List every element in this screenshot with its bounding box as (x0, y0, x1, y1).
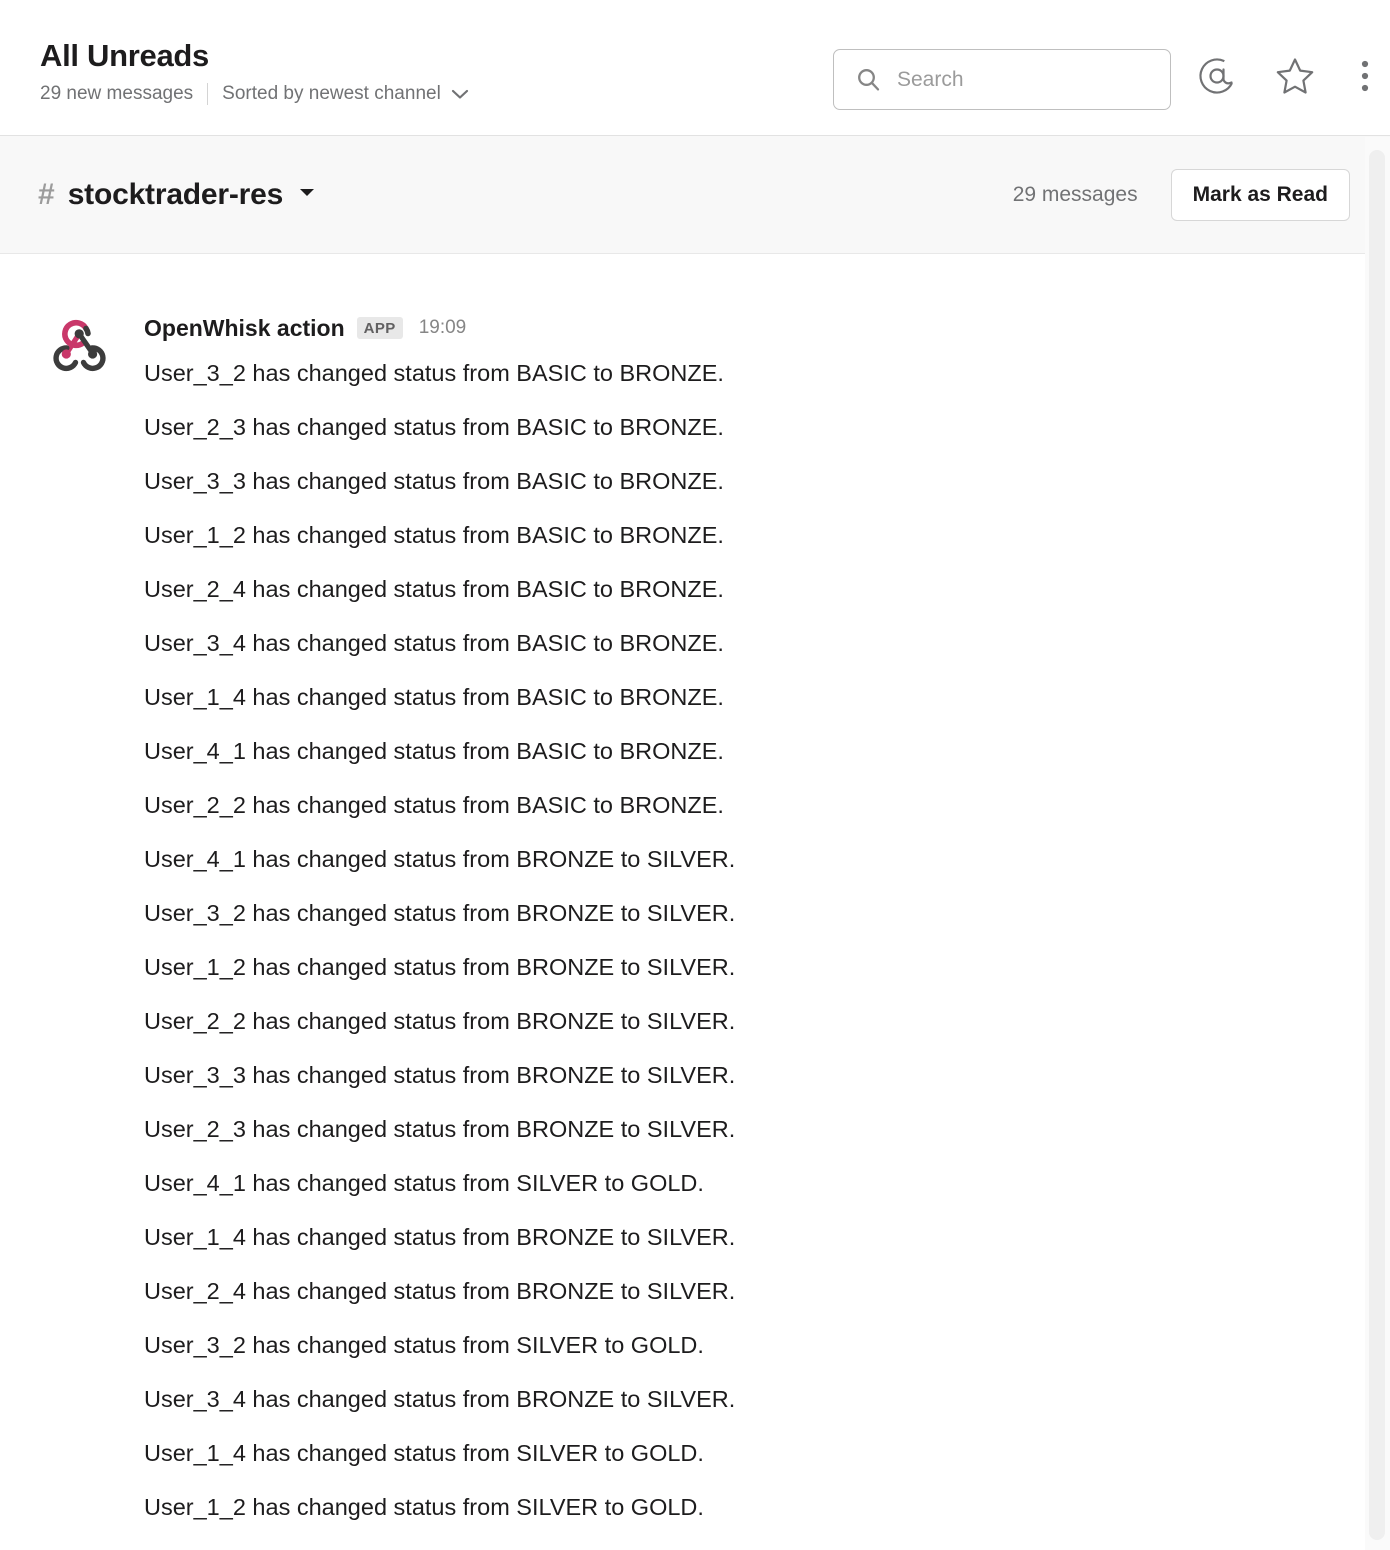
message-line: User_1_2 has changed status from BASIC t… (144, 522, 724, 548)
message-line: User_2_3 has changed status from BASIC t… (144, 414, 724, 440)
more-options-icon[interactable] (1352, 55, 1378, 97)
message-lines-container: User_3_2 has changed status from BASIC t… (144, 346, 1390, 1534)
search-icon (856, 67, 881, 92)
message-line: User_3_4 has changed status from BASIC t… (144, 630, 724, 656)
page-title: All Unreads (40, 38, 209, 73)
message-line: User_2_4 has changed status from BASIC t… (144, 576, 724, 602)
message-author[interactable]: OpenWhisk action (144, 315, 345, 342)
message-area: OpenWhisk action APP 19:09 User_3_2 has … (0, 254, 1390, 1548)
message-line: User_4_1 has changed status from BRONZE … (144, 846, 736, 872)
scrollbar-thumb[interactable] (1369, 150, 1385, 1540)
message-line: User_2_3 has changed status from BRONZE … (144, 1116, 736, 1142)
message-body: OpenWhisk action APP 19:09 User_3_2 has … (144, 312, 1390, 1534)
message-group: OpenWhisk action APP 19:09 User_3_2 has … (0, 254, 1390, 1534)
header-left-block: All Unreads 29 new messages Sorted by ne… (40, 38, 469, 106)
openwhisk-logo-icon (52, 316, 108, 372)
search-box[interactable] (833, 49, 1171, 110)
message-line: User_1_2 has changed status from SILVER … (144, 1494, 704, 1520)
message-line: User_3_3 has changed status from BASIC t… (144, 468, 724, 494)
at-mention-icon[interactable] (1196, 55, 1238, 97)
star-icon[interactable] (1274, 55, 1316, 97)
message-line: User_2_2 has changed status from BASIC t… (144, 792, 724, 818)
message-line: User_3_2 has changed status from BASIC t… (144, 360, 724, 386)
hash-icon: # (38, 177, 55, 211)
message-line: User_1_2 has changed status from BRONZE … (144, 954, 736, 980)
message-timestamp[interactable]: 19:09 (419, 317, 467, 339)
message-line: User_3_3 has changed status from BRONZE … (144, 1062, 736, 1088)
chevron-down-icon (451, 88, 469, 100)
app-badge: APP (356, 317, 403, 339)
message-line: User_4_1 has changed status from BASIC t… (144, 738, 724, 764)
message-meta-row: OpenWhisk action APP 19:09 (144, 312, 1390, 344)
search-input[interactable] (897, 67, 1137, 92)
mark-as-read-button[interactable]: Mark as Read (1170, 168, 1350, 221)
channel-bar-right: 29 messages Mark as Read (1012, 168, 1350, 221)
message-line: User_1_4 has changed status from SILVER … (144, 1440, 704, 1466)
new-message-count: 29 new messages (40, 83, 194, 104)
channel-bar: # stocktrader-res 29 messages Mark as Re… (0, 136, 1390, 254)
header-subtitle-row: 29 new messages Sorted by newest channel (40, 82, 469, 106)
subtitle-divider (207, 83, 209, 105)
chevron-down-icon (297, 185, 317, 199)
channel-name-button[interactable]: # stocktrader-res (38, 178, 317, 212)
message-line: User_3_2 has changed status from SILVER … (144, 1332, 704, 1358)
message-line: User_2_2 has changed status from BRONZE … (144, 1008, 736, 1034)
message-line: User_2_4 has changed status from BRONZE … (144, 1278, 736, 1304)
message-line: User_3_4 has changed status from BRONZE … (144, 1386, 736, 1412)
sort-order-label: Sorted by newest channel (222, 83, 441, 104)
channel-name-label: stocktrader-res (67, 177, 284, 211)
header-icon-group (1196, 55, 1378, 97)
message-line: User_1_4 has changed status from BRONZE … (144, 1224, 736, 1250)
channel-message-count: 29 messages (1012, 182, 1138, 206)
sort-order-button[interactable]: Sorted by newest channel (222, 83, 469, 105)
message-line: User_1_4 has changed status from BASIC t… (144, 684, 724, 710)
top-header: All Unreads 29 new messages Sorted by ne… (0, 0, 1390, 136)
message-line: User_4_1 has changed status from SILVER … (144, 1170, 704, 1196)
message-line: User_3_2 has changed status from BRONZE … (144, 900, 736, 926)
